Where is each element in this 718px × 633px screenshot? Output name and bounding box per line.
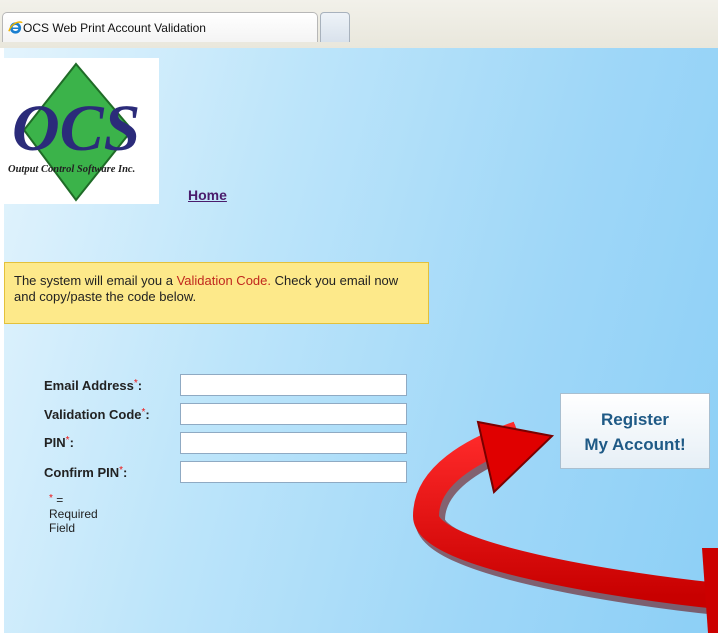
notice-text-1: The system will email you a [14,273,177,288]
pin-field[interactable] [180,432,407,454]
browser-tab-active[interactable]: OCS Web Print Account Validation [2,12,318,42]
email-label: Email Address*: [44,378,143,393]
register-account-button[interactable]: Register My Account! [560,393,710,469]
logo-company: Output Control Software Inc. [8,164,135,175]
confirm-pin-field[interactable] [180,461,407,483]
validation-notice: The system will email you a Validation C… [4,262,429,324]
validation-code-label: Validation Code*: [44,407,150,422]
validation-code-field[interactable] [180,403,407,425]
browser-tab-title: OCS Web Print Account Validation [23,21,206,35]
ie-icon [8,21,23,34]
home-link[interactable]: Home [188,187,227,203]
ocs-logo: OCS Output Control Software Inc. [4,58,159,204]
notice-highlight: Validation Code. [176,273,271,288]
confirm-pin-label: Confirm PIN*: [44,465,128,480]
pin-label: PIN*: [44,435,74,450]
email-field[interactable] [180,374,407,396]
logo-initials: OCS [12,92,140,165]
browser-tab-strip: OCS Web Print Account Validation [0,0,718,48]
new-tab-button[interactable] [320,12,350,42]
register-label-line1: Register [600,410,670,429]
required-field-note: * = Required Field [49,493,98,535]
register-label-line2: My Account! [584,435,686,454]
ocs-logo-graphic: OCS Output Control Software Inc. [8,62,140,202]
